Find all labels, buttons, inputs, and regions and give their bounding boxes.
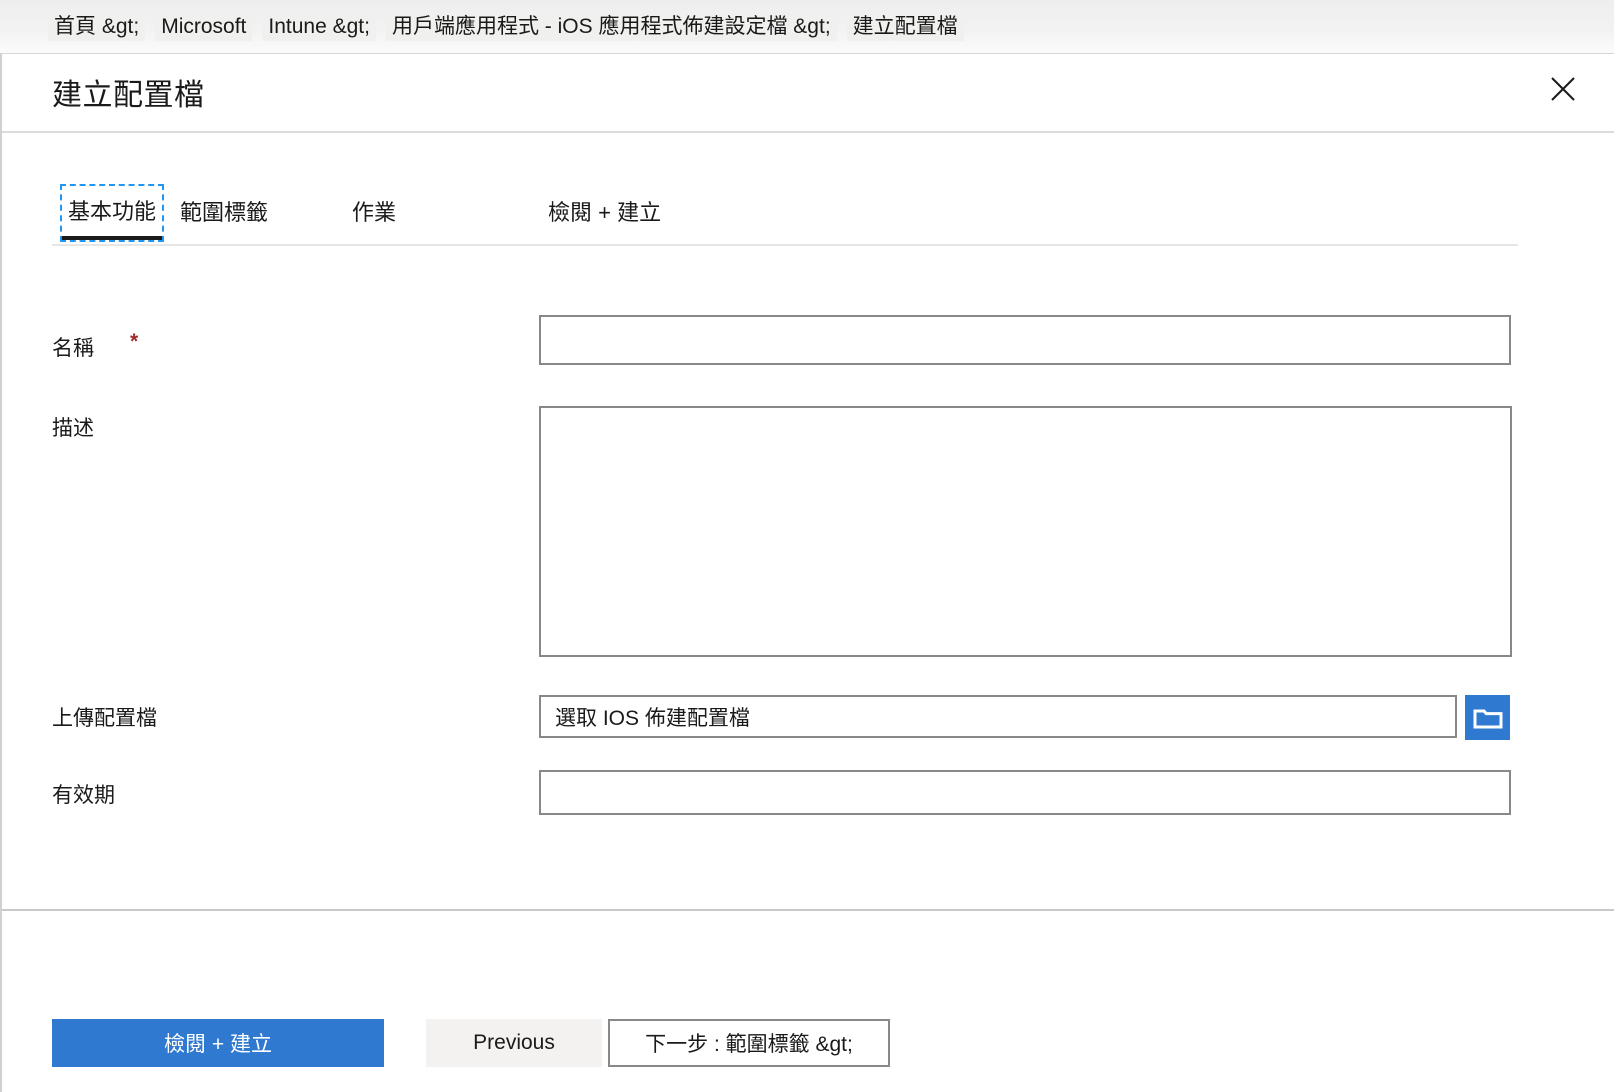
breadcrumb-item-client-apps[interactable]: 用戶端應用程式 - iOS 應用程式佈建設定檔 &gt; bbox=[385, 12, 837, 41]
breadcrumb-item-intune[interactable]: Intune &gt; bbox=[262, 12, 376, 41]
tab-review-create[interactable]: 檢閱 + 建立 bbox=[548, 186, 661, 240]
page-title: 建立配置檔 bbox=[52, 79, 205, 112]
next-button[interactable]: 下一步 : 範圍標籤 &gt; bbox=[608, 1019, 890, 1067]
name-input[interactable] bbox=[539, 315, 1511, 365]
wizard-tabs: 基本功能 範圍標籤 作業 檢閱 + 建立 bbox=[52, 184, 1518, 246]
breadcrumb: 首頁 &gt; Microsoft Intune &gt; 用戶端應用程式 - … bbox=[0, 0, 1614, 53]
close-button[interactable] bbox=[1540, 66, 1586, 112]
breadcrumb-item-microsoft[interactable]: Microsoft bbox=[155, 12, 253, 41]
name-label: 名稱 bbox=[52, 337, 94, 360]
expiration-input[interactable] bbox=[539, 770, 1511, 815]
upload-profile-label: 上傳配置檔 bbox=[52, 707, 157, 730]
review-create-button[interactable]: 檢閱 + 建立 bbox=[52, 1019, 384, 1067]
tab-scope-tags[interactable]: 範圍標籤 bbox=[180, 186, 268, 240]
close-icon bbox=[1548, 74, 1578, 104]
name-required-marker: * bbox=[130, 330, 139, 353]
description-textarea[interactable] bbox=[539, 406, 1512, 657]
breadcrumb-item-create-profile[interactable]: 建立配置檔 bbox=[846, 12, 964, 41]
description-label: 描述 bbox=[52, 417, 94, 440]
expiration-label: 有效期 bbox=[52, 784, 115, 807]
previous-button[interactable]: Previous bbox=[426, 1019, 602, 1067]
upload-profile-input[interactable] bbox=[539, 695, 1457, 738]
blade-footer: 檢閱 + 建立 Previous 下一步 : 範圍標籤 &gt; bbox=[2, 911, 1614, 1091]
breadcrumb-item-home[interactable]: 首頁 &gt; bbox=[48, 12, 146, 41]
tab-assignments[interactable]: 作業 bbox=[352, 186, 396, 240]
tab-basics[interactable]: 基本功能 bbox=[59, 184, 165, 242]
browse-file-button[interactable] bbox=[1465, 695, 1510, 740]
folder-icon bbox=[1473, 705, 1503, 731]
blade-header: 建立配置檔 bbox=[2, 54, 1614, 133]
create-profile-blade: 建立配置檔 基本功能 範圍標籤 作業 檢閱 + 建立 名稱 * 描述 上傳配置檔… bbox=[0, 53, 1614, 1092]
